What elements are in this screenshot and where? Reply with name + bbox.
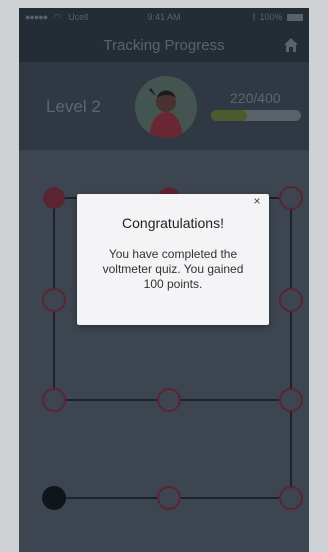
home-icon[interactable] <box>283 37 299 53</box>
status-bar: ●●●●● ◠ Ucell 9:41 AM ᛒ 100% <box>19 8 309 28</box>
path-node[interactable] <box>157 388 181 412</box>
path-node[interactable] <box>157 486 181 510</box>
battery-icon <box>287 14 303 22</box>
avatar <box>135 76 197 138</box>
level-label: Level 2 <box>46 97 101 116</box>
page-title: Tracking Progress <box>103 37 225 54</box>
bluetooth-icon: ᛒ <box>251 12 257 22</box>
path-node[interactable] <box>279 486 303 510</box>
congratulations-dialog: × Congratulations! You have completed th… <box>77 194 269 325</box>
dialog-message: You have completed the voltmeter quiz. Y… <box>102 247 244 291</box>
battery-percent: 100% <box>259 12 283 22</box>
nav-bar: Tracking Progress <box>19 28 309 62</box>
avatar-photo <box>135 76 197 138</box>
path-node[interactable] <box>42 288 66 312</box>
path-node[interactable] <box>279 288 303 312</box>
path-node[interactable] <box>279 186 303 210</box>
path-node-current[interactable] <box>42 486 66 510</box>
dialog-title: Congratulations! <box>122 215 224 231</box>
progress-bar <box>211 110 301 121</box>
path-node[interactable] <box>279 388 303 412</box>
path-node-completed[interactable] <box>43 187 65 209</box>
level-panel: Level 2 220/400 <box>19 62 309 150</box>
path-node[interactable] <box>42 388 66 412</box>
close-icon[interactable]: × <box>250 194 264 208</box>
score-text: 220/400 <box>230 90 281 106</box>
progress-fill <box>211 110 247 121</box>
